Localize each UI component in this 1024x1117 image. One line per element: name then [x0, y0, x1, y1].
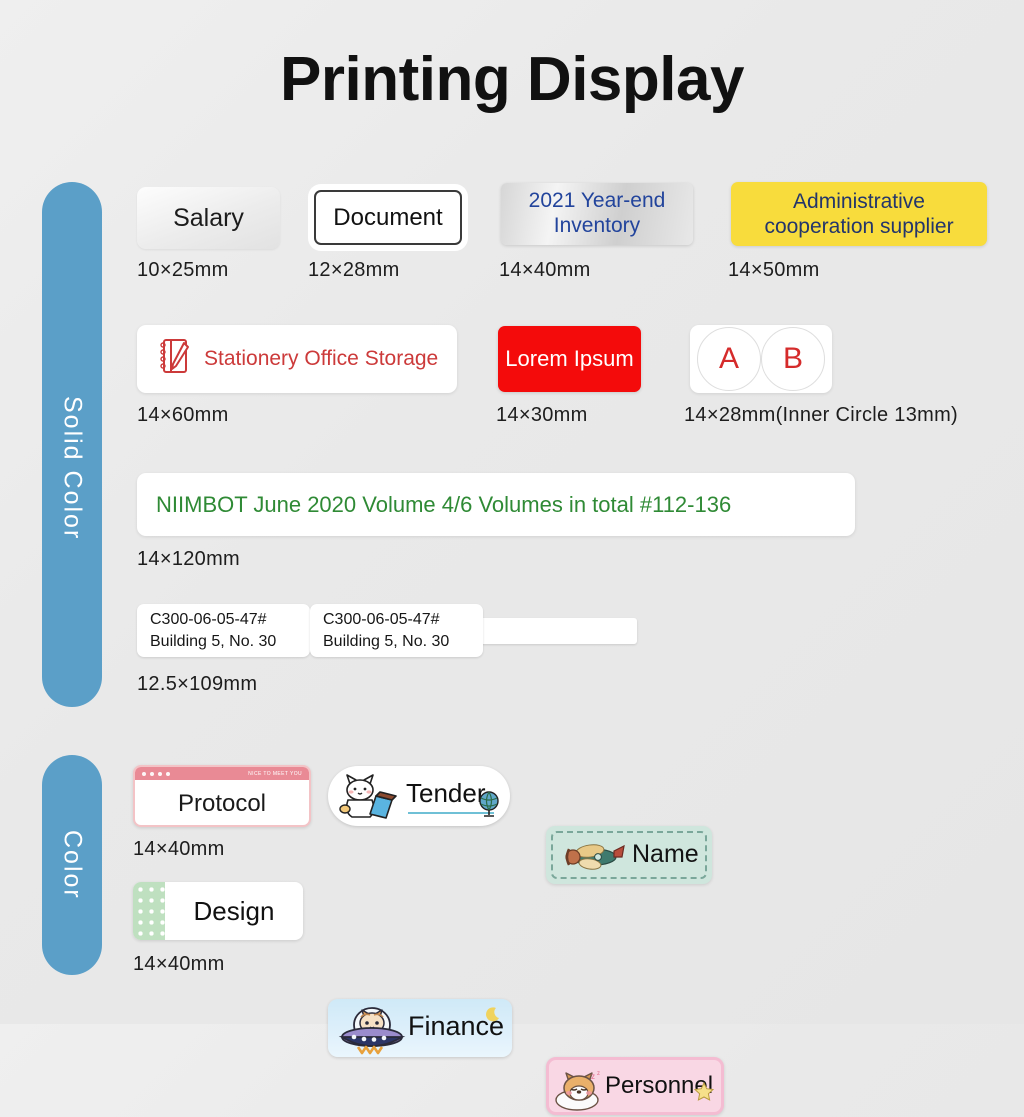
label-inventory[interactable]: 2021 Year-end Inventory — [501, 183, 693, 245]
size-caption-color-row-1: 14×40mm — [133, 838, 225, 860]
size-caption-inventory: 14×40mm — [499, 259, 591, 281]
label-name[interactable]: Name — [546, 826, 712, 884]
size-caption-niimbot: 14×120mm — [137, 548, 241, 570]
label-inventory-line2: Inventory — [553, 214, 641, 237]
label-stationery[interactable]: Stationery Office Storage — [137, 325, 457, 393]
cable-flag-box-1-line1: C300-06-05-47# — [150, 610, 267, 628]
label-name-text: Name — [632, 840, 699, 868]
design-dot-strip — [133, 882, 165, 940]
size-caption-lorem-ipsum: 14×30mm — [496, 404, 588, 426]
label-lorem-ipsum-text: Lorem Ipsum — [505, 346, 634, 371]
label-administrative[interactable]: Administrative cooperation supplier — [731, 182, 987, 246]
label-document[interactable]: Document — [314, 190, 462, 245]
svg-text:z: z — [591, 1072, 595, 1081]
sidebar-item-label-color: Color — [58, 830, 87, 900]
label-salary[interactable]: Salary — [137, 187, 280, 249]
size-caption-stationery: 14×60mm — [137, 404, 229, 426]
circle-a: A — [697, 327, 761, 391]
label-niimbot[interactable]: NIIMBOT June 2020 Volume 4/6 Volumes in … — [137, 473, 855, 536]
label-salary-text: Salary — [173, 203, 244, 232]
airplane-icon — [560, 838, 626, 881]
page-title: Printing Display — [280, 45, 744, 114]
label-stationery-text: Stationery Office Storage — [204, 347, 439, 370]
label-design-text: Design — [193, 895, 275, 926]
size-caption-cable-flag: 12.5×109mm — [137, 673, 258, 695]
label-personnel[interactable]: z z Personnel — [546, 1057, 724, 1115]
globe-icon — [476, 789, 502, 824]
sidebar-item-color[interactable]: Color — [42, 755, 102, 975]
label-circle-ab[interactable]: A B — [690, 325, 832, 393]
size-caption-circle-ab: 14×28mm(Inner Circle 13mm) — [684, 404, 958, 426]
label-inventory-line1: 2021 Year-end — [528, 189, 666, 213]
star-icon — [693, 1081, 715, 1107]
label-cable-flag[interactable]: C300-06-05-47# Building 5, No. 30 C300-0… — [137, 604, 637, 657]
printing-display-page: Printing Display Solid Color Color Salar… — [0, 0, 1024, 1115]
sidebar-item-solid-color[interactable]: Solid Color — [42, 182, 102, 707]
circle-b: B — [761, 327, 825, 391]
protocol-window-dots — [142, 771, 170, 776]
label-administrative-line2: cooperation supplier — [764, 215, 954, 238]
label-tender-text: Tender — [406, 778, 486, 808]
cat-ufo-icon — [334, 1003, 410, 1057]
white-cat-icon — [336, 772, 406, 826]
cable-flag-box-2-line1: C300-06-05-47# — [323, 610, 440, 628]
label-niimbot-text: NIIMBOT June 2020 Volume 4/6 Volumes in … — [156, 491, 732, 517]
moon-icon — [482, 1005, 502, 1030]
size-caption-color-row-2: 14×40mm — [133, 953, 225, 975]
size-caption-salary: 10×25mm — [137, 259, 229, 281]
cable-flag-box-1: C300-06-05-47# Building 5, No. 30 — [137, 604, 310, 657]
label-design[interactable]: Design — [133, 882, 303, 940]
cable-flag-box-2-line2: Building 5, No. 30 — [323, 632, 450, 650]
sidebar-item-label-solid-color: Solid Color — [58, 396, 87, 541]
protocol-header-bar: NICE TO MEET YOU — [135, 767, 309, 780]
label-tender[interactable]: Tender — [328, 766, 510, 826]
label-document-text: Document — [333, 203, 443, 231]
label-administrative-line1: Administrative — [793, 189, 925, 213]
protocol-header-tag: NICE TO MEET YOU — [248, 770, 302, 777]
cable-flag-box-1-line2: Building 5, No. 30 — [150, 632, 277, 650]
label-lorem-ipsum[interactable]: Lorem Ipsum — [498, 326, 641, 392]
cable-flag-tail — [477, 617, 637, 644]
size-caption-document: 12×28mm — [308, 259, 400, 281]
label-protocol[interactable]: NICE TO MEET YOU Protocol — [133, 765, 311, 827]
svg-text:z: z — [597, 1071, 600, 1077]
notebook-pencil-icon — [157, 337, 191, 381]
cable-flag-box-2: C300-06-05-47# Building 5, No. 30 — [310, 604, 483, 657]
label-protocol-text: Protocol — [177, 789, 267, 817]
size-caption-administrative: 14×50mm — [728, 259, 820, 281]
label-finance[interactable]: Finance — [328, 999, 512, 1057]
